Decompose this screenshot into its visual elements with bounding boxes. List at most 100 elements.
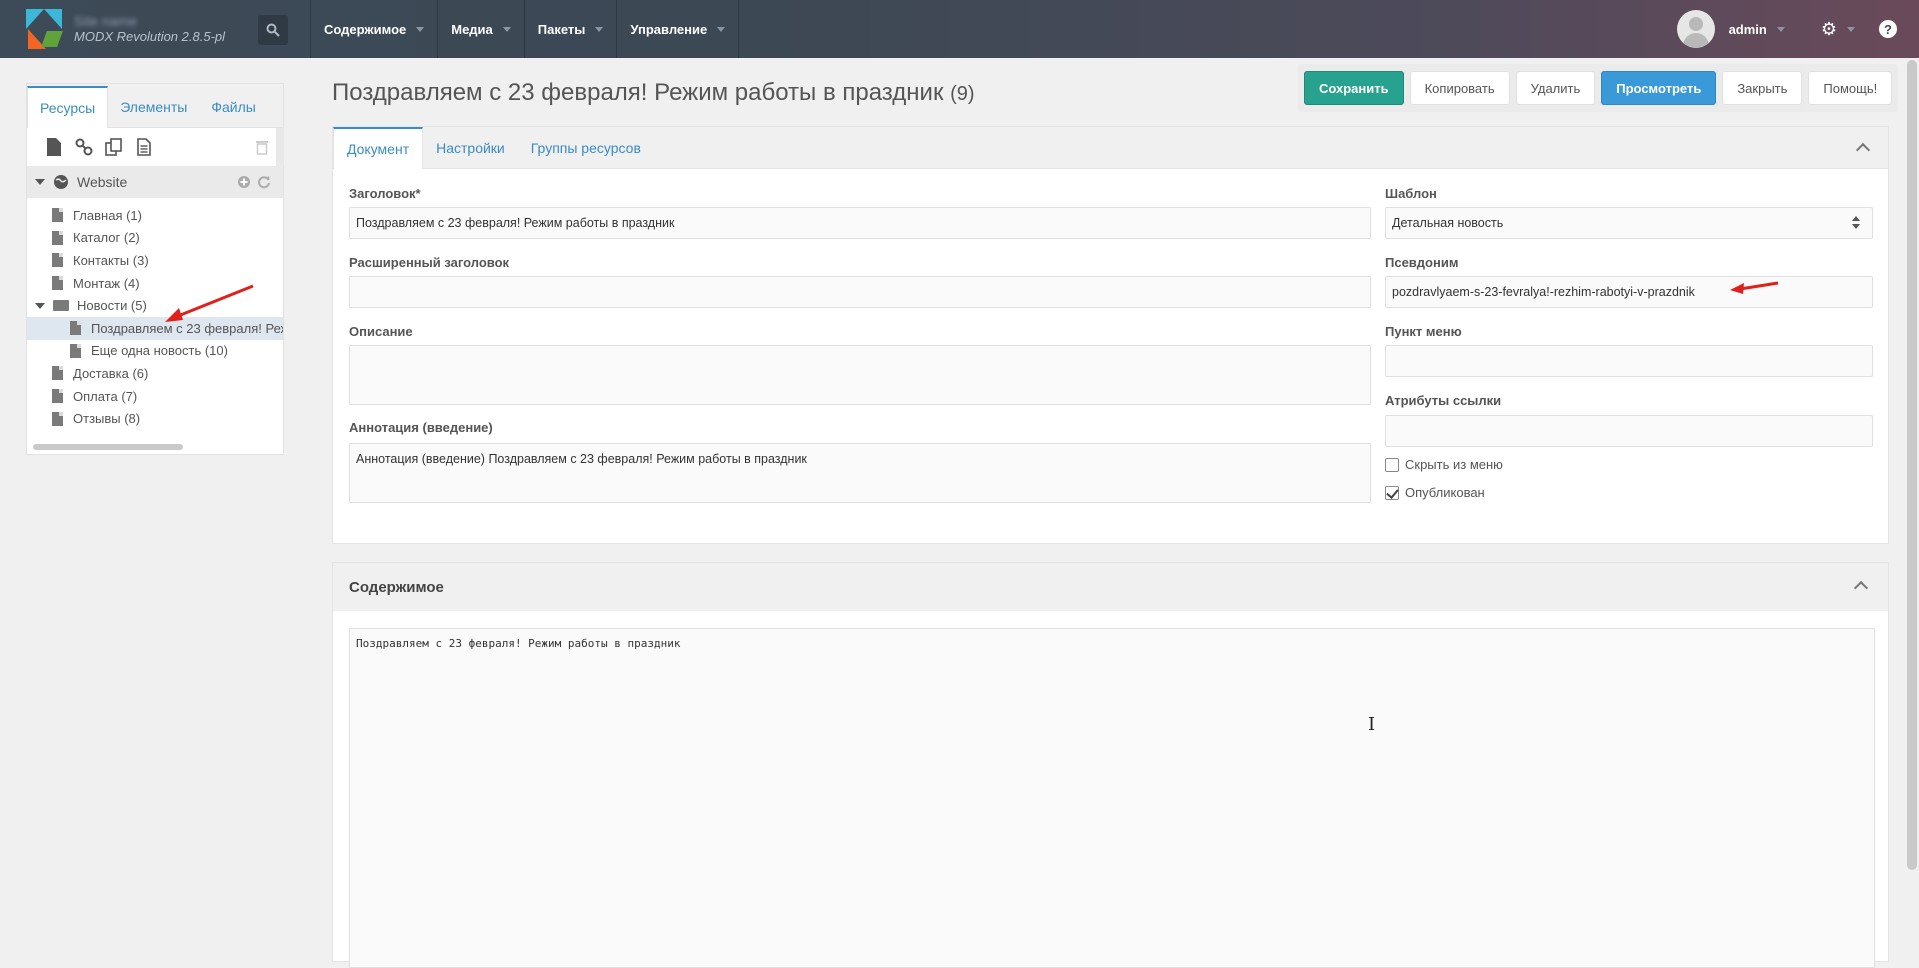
content-panel: Содержимое Поздравляем с 23 февраля! Реж… [332,562,1889,968]
tree-item-label: Еще одна новость (10) [91,343,228,359]
content-editor[interactable]: Поздравляем с 23 февраля! Режим работы в… [349,628,1875,968]
select-arrows-icon [1852,216,1860,229]
longtitle-label: Расширенный заголовок [349,255,510,270]
expand-arrow-icon[interactable] [35,302,45,309]
menu-media[interactable]: Медиа [438,0,525,58]
gear-icon: ⚙ [1820,18,1837,39]
delete-button[interactable]: Удалить [1515,71,1596,105]
content-header-label: Содержимое [349,578,444,596]
user-menu[interactable]: admin [1676,10,1785,48]
tree-item-home[interactable]: Главная (1) [27,204,283,227]
tree-item-label: Новости (5) [77,298,147,314]
tree-item-label: Монтаж (4) [73,275,140,291]
tab-document[interactable]: Документ [333,127,424,169]
trash-icon[interactable] [253,138,271,156]
annotation-arrow-icon [165,284,254,322]
duplicate-button[interactable]: Копировать [1409,71,1510,105]
help-button[interactable]: Помощь! [1808,71,1893,105]
document-icon [52,366,63,381]
page-title: Поздравляем с 23 февраля! Режим работы в… [332,79,975,107]
text-cursor-icon: I [1368,714,1376,735]
menu-packages[interactable]: Пакеты [525,0,618,58]
document-icon [52,253,63,268]
document-icon [52,208,63,223]
version-label: MODX Revolution 2.8.5-pl [74,29,226,44]
published-checkbox-row[interactable]: Опубликован [1385,485,1485,500]
refresh-icon[interactable] [257,175,271,189]
add-icon[interactable] [237,175,251,189]
document-panel: Документ Настройки Группы ресурсов Загол… [332,126,1889,544]
menu-manage[interactable]: Управление [617,0,740,58]
tree-toolbar [27,128,283,166]
tree-item-label: Главная (1) [73,207,142,223]
menu-media-label: Медиа [451,21,493,37]
alias-field[interactable]: pozdravlyaem-s-23-fevralya!-rezhim-rabot… [1385,276,1873,308]
published-label: Опубликован [1405,485,1485,500]
new-symlink-icon[interactable] [105,138,123,156]
menutitle-field[interactable] [1385,345,1873,377]
user-name: admin [1728,21,1767,37]
template-select-value: Детальная новость [1392,216,1504,230]
pagetitle-field[interactable]: Поздравляем с 23 февраля! Режим работы в… [349,207,1371,239]
tree-item-catalog[interactable]: Каталог (2) [27,227,283,250]
tree-item-label: Контакты (3) [73,252,149,268]
tree-item-delivery[interactable]: Доставка (6) [27,362,283,385]
tab-files[interactable]: Файлы [199,99,267,127]
tab-resource-groups[interactable]: Группы ресурсов [518,140,654,168]
document-icon [70,321,81,336]
close-button[interactable]: Закрыть [1722,71,1803,105]
new-weblink-icon[interactable] [75,138,93,156]
hidemenu-checkbox[interactable] [1385,457,1399,472]
expand-arrow-icon[interactable] [35,179,45,185]
description-field[interactable] [349,345,1371,405]
content-header[interactable]: Содержимое [333,563,1888,611]
document-icon [70,343,81,358]
introtext-label: Аннотация (введение) [349,420,493,435]
document-icon [52,230,63,245]
tree-item-contacts[interactable]: Контакты (3) [27,249,283,272]
tab-settings[interactable]: Настройки [423,140,518,168]
help-icon[interactable]: ? [1879,20,1897,38]
tree-item-payment[interactable]: Оплата (7) [27,385,283,408]
tree-horizontal-scrollbar[interactable] [33,444,183,450]
main-menu: Содержимое Медиа Пакеты Управление [310,0,740,58]
link-attributes-label: Атрибуты ссылки [1385,393,1502,408]
page-title-text: Поздравляем с 23 февраля! Режим работы в… [332,79,944,106]
preview-button[interactable]: Просмотреть [1601,71,1717,105]
tree-item-label: Доставка (6) [73,365,149,381]
collapse-chevron-icon[interactable] [1855,142,1871,158]
top-navbar: Site name MODX Revolution 2.8.5-pl Содер… [0,0,1919,58]
hidemenu-label: Скрыть из меню [1405,457,1503,472]
tab-resources[interactable]: Ресурсы [27,86,109,128]
menu-content[interactable]: Содержимое [311,0,439,58]
new-document-icon[interactable] [45,138,63,156]
tree-root-label: Website [77,174,128,190]
folder-open-icon [53,300,69,312]
site-name: Site name [74,13,138,29]
document-icon [52,411,63,426]
menutitle-label: Пункт меню [1385,324,1462,339]
new-static-resource-icon[interactable] [135,138,153,156]
resource-tree-panel: Ресурсы Элементы Файлы Website Главная (… [26,83,284,455]
published-checkbox[interactable] [1385,485,1399,500]
search-button[interactable] [258,15,288,45]
template-select[interactable]: Детальная новость [1385,207,1873,239]
alias-label: Псевдоним [1385,255,1459,270]
settings-menu[interactable]: ⚙ [1791,19,1855,40]
link-attributes-field[interactable] [1385,415,1873,447]
hidemenu-checkbox-row[interactable]: Скрыть из меню [1385,457,1503,472]
search-icon [266,23,280,37]
introtext-field[interactable]: Аннотация (введение) Поздравляем с 23 фе… [349,443,1371,503]
collapse-chevron-icon[interactable] [1853,580,1869,596]
longtitle-field[interactable] [349,276,1371,308]
save-button[interactable]: Сохранить [1304,71,1404,105]
tree-item-reviews[interactable]: Отзывы (8) [27,407,283,430]
avatar [1676,10,1715,48]
page-vertical-scrollbar[interactable] [1907,60,1917,870]
menu-content-label: Содержимое [324,21,407,37]
tree-root-website[interactable]: Website [27,166,283,198]
caret-down-icon [1776,26,1785,32]
tab-elements[interactable]: Элементы [108,99,199,127]
modx-logo[interactable] [26,9,63,49]
tree-item-another-news[interactable]: Еще одна новость (10) [27,340,283,363]
